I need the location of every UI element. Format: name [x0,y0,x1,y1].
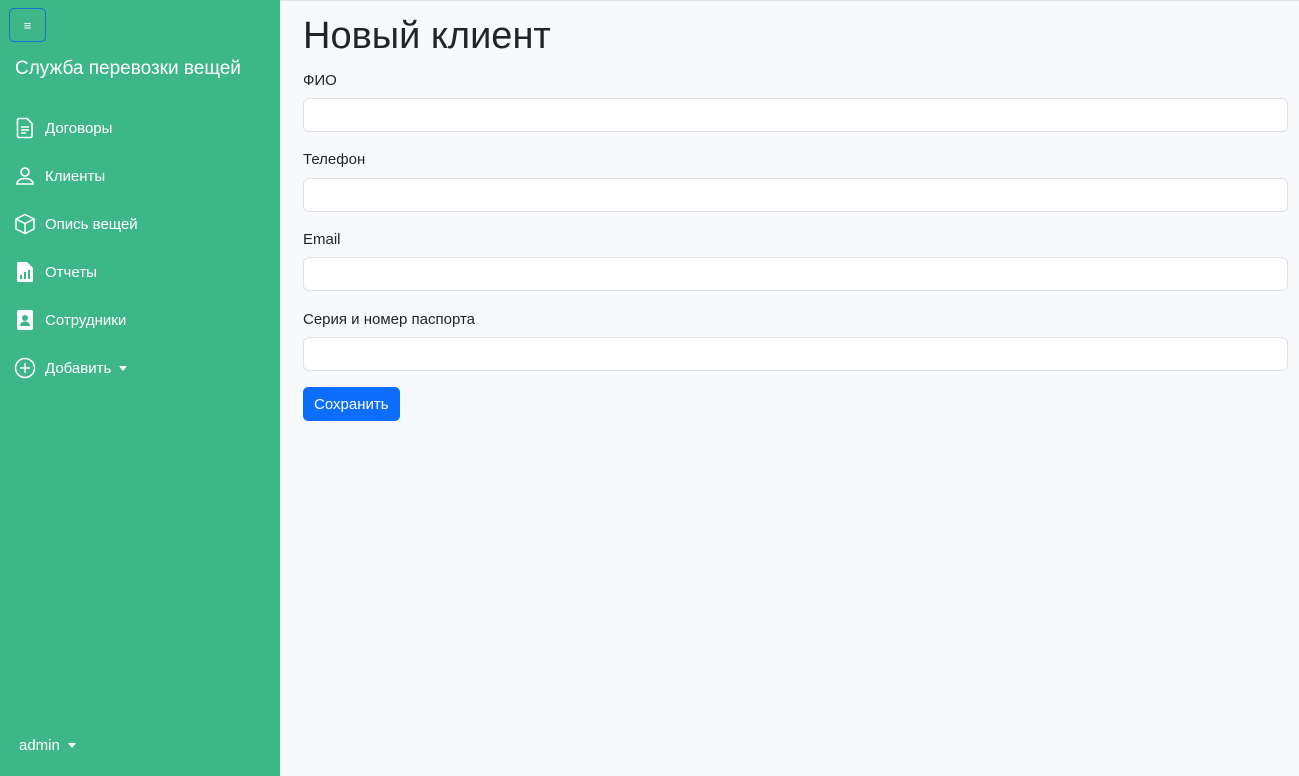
chevron-down-icon [119,365,128,371]
sidebar-item-employees[interactable]: Сотрудники [0,296,280,344]
report-chart-icon [14,261,36,283]
fio-label: ФИО [303,72,337,89]
sidebar-item-reports[interactable]: Отчеты [0,248,280,296]
chevron-down-icon [67,743,76,748]
plus-circle-icon [14,357,36,379]
phone-label: Телефон [303,151,366,168]
sidebar-item-label: Опись вещей [45,215,138,233]
sidebar-item-clients[interactable]: Клиенты [0,152,280,200]
sidebar-item-label: Договоры [45,119,113,137]
box-icon [14,213,36,235]
passport-label: Серия и номер паспорта [303,311,476,328]
sidebar-toggle-button[interactable]: ≡ [9,8,46,42]
sidebar-nav: Договоры Клиенты Опись вещей Отчеты Сотр… [0,104,280,392]
app: ≡ Служба перевозки вещей Договоры Клиент… [0,0,1299,776]
phone-field[interactable] [303,178,1288,212]
brand-title: Служба перевозки вещей [15,58,241,79]
sidebar-item-contracts[interactable]: Договоры [0,104,280,152]
user-menu[interactable]: admin [19,737,76,754]
email-label: Email [303,231,341,248]
hamburger-icon: ≡ [23,17,32,33]
sidebar: ≡ Служба перевозки вещей Договоры Клиент… [0,0,280,776]
sidebar-item-add[interactable]: Добавить [0,344,280,392]
main-content: Новый клиент ФИО Телефон Email Серия и н… [280,0,1299,776]
user-name: admin [19,737,60,754]
fio-field[interactable] [303,98,1288,132]
sidebar-item-label: Отчеты [45,263,97,281]
sidebar-item-label: Клиенты [45,167,106,185]
sidebar-item-label: Сотрудники [45,311,127,329]
employee-badge-icon [14,309,36,331]
save-button[interactable]: Сохранить [303,387,400,421]
passport-field[interactable] [303,337,1288,371]
sidebar-item-inventory[interactable]: Опись вещей [0,200,280,248]
document-icon [14,117,36,139]
person-icon [14,165,36,187]
email-field[interactable] [303,257,1288,291]
page-title: Новый клиент [303,15,551,57]
sidebar-item-label: Добавить [45,359,112,377]
